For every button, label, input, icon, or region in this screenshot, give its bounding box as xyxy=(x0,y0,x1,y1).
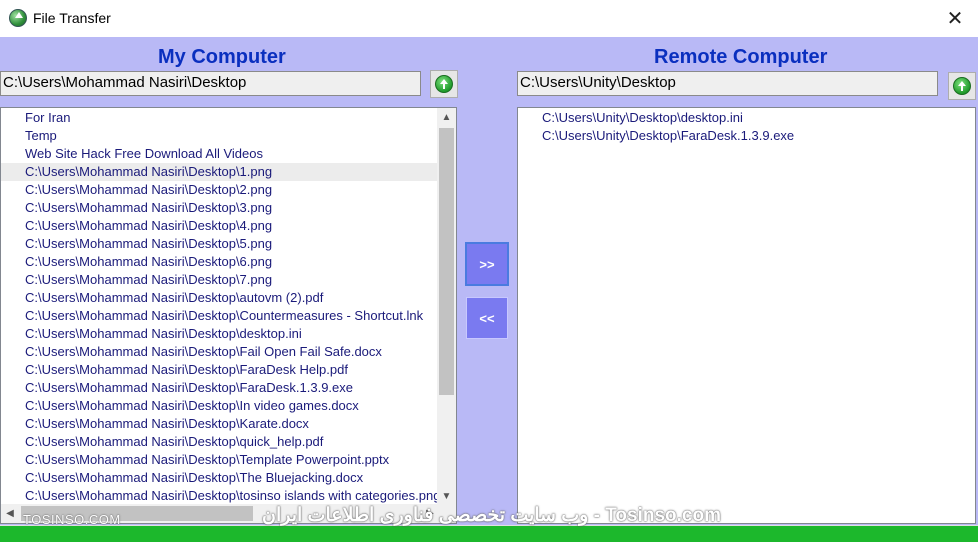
remote-file-items: C:\Users\Unity\Desktop\desktop.ini C:\Use… xyxy=(518,108,794,145)
scroll-down-icon[interactable]: ▼ xyxy=(437,487,456,505)
watermark-logo-text: TOSINSO.COM xyxy=(23,512,121,527)
list-item[interactable]: C:\Users\Mohammad Nasiri\Desktop\6.png xyxy=(1,253,440,271)
local-vertical-scrollbar[interactable]: ▲ ▼ xyxy=(437,108,456,505)
list-item[interactable]: C:\Users\Mohammad Nasiri\Desktop\1.png xyxy=(1,163,441,181)
client-area: My Computer Remote Computer C:\Users\Moh… xyxy=(0,37,978,542)
list-item[interactable]: C:\Users\Mohammad Nasiri\Desktop\7.png xyxy=(1,271,440,289)
status-bar xyxy=(0,525,978,542)
green-up-arrow-icon xyxy=(435,75,453,93)
list-item[interactable]: C:\Users\Mohammad Nasiri\Desktop\In vide… xyxy=(1,397,440,415)
list-item[interactable]: C:\Users\Unity\Desktop\FaraDesk.1.3.9.ex… xyxy=(518,127,794,145)
list-item[interactable]: C:\Users\Mohammad Nasiri\Desktop\Karate.… xyxy=(1,415,440,433)
app-globe-icon xyxy=(9,9,27,27)
list-item[interactable]: C:\Users\Mohammad Nasiri\Desktop\4.png xyxy=(1,217,440,235)
list-item[interactable]: C:\Users\Mohammad Nasiri\Desktop\5.png xyxy=(1,235,440,253)
list-item[interactable]: C:\Users\Mohammad Nasiri\Desktop\Fail Op… xyxy=(1,343,440,361)
list-item[interactable]: C:\Users\Mohammad Nasiri\Desktop\Counter… xyxy=(1,307,440,325)
remote-file-list[interactable]: C:\Users\Unity\Desktop\desktop.ini C:\Use… xyxy=(517,107,976,524)
receive-from-remote-button[interactable]: << xyxy=(466,297,508,339)
window-title: File Transfer xyxy=(33,10,111,26)
list-item[interactable]: C:\Users\Mohammad Nasiri\Desktop\quick_h… xyxy=(1,433,440,451)
remote-up-button[interactable] xyxy=(948,72,976,100)
remote-pane-title: Remote Computer xyxy=(654,46,828,68)
list-item[interactable]: C:\Users\Mohammad Nasiri\Desktop\FaraDes… xyxy=(1,361,440,379)
list-item[interactable]: For Iran xyxy=(1,109,440,127)
scroll-thumb[interactable] xyxy=(439,128,454,395)
list-item[interactable]: C:\Users\Mohammad Nasiri\Desktop\FaraDes… xyxy=(1,379,440,397)
title-bar: File Transfer ✕ xyxy=(0,0,978,37)
list-item[interactable]: C:\Users\Mohammad Nasiri\Desktop\2.png xyxy=(1,181,440,199)
local-path-field[interactable]: C:\Users\Mohammad Nasiri\Desktop xyxy=(0,71,421,96)
local-file-list[interactable]: For Iran Temp Web Site Hack Free Download … xyxy=(0,107,457,524)
list-item[interactable]: C:\Users\Mohammad Nasiri\Desktop\autovm … xyxy=(1,289,440,307)
local-up-button[interactable] xyxy=(430,70,458,98)
close-button[interactable]: ✕ xyxy=(932,0,978,36)
green-up-arrow-icon xyxy=(953,77,971,95)
list-item[interactable]: C:\Users\Mohammad Nasiri\Desktop\tosinso… xyxy=(1,487,440,505)
list-item[interactable]: C:\Users\Mohammad Nasiri\Desktop\The Blu… xyxy=(1,469,440,487)
local-pane-title: My Computer xyxy=(158,46,286,68)
send-to-remote-button[interactable]: >> xyxy=(465,242,509,286)
remote-path-field[interactable]: C:\Users\Unity\Desktop xyxy=(517,71,938,96)
list-item[interactable]: C:\Users\Mohammad Nasiri\Desktop\Templat… xyxy=(1,451,440,469)
list-item[interactable]: C:\Users\Mohammad Nasiri\Desktop\3.png xyxy=(1,199,440,217)
list-item[interactable]: C:\Users\Mohammad Nasiri\Desktop\desktop… xyxy=(1,325,440,343)
scroll-left-icon[interactable]: ◀ xyxy=(1,504,19,523)
list-item[interactable]: C:\Users\Unity\Desktop\desktop.ini xyxy=(518,109,794,127)
list-item[interactable]: Temp xyxy=(1,127,440,145)
scroll-up-icon[interactable]: ▲ xyxy=(437,108,456,126)
local-file-items: For Iran Temp Web Site Hack Free Download … xyxy=(1,108,441,505)
watermark-text: وب سایت تخصصی فناوری اطلاعات ایران - Tos… xyxy=(262,505,721,526)
list-item[interactable]: Web Site Hack Free Download All Videos xyxy=(1,145,440,163)
